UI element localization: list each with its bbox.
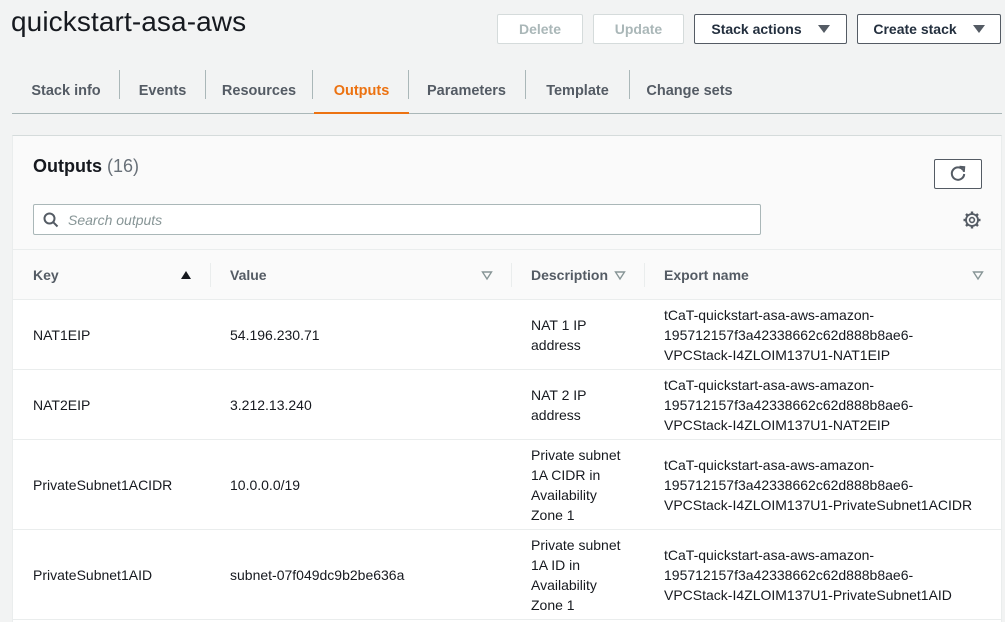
cell-key: NAT2EIP: [33, 397, 91, 413]
tab-divider: [629, 70, 630, 99]
column-divider: [511, 263, 512, 287]
tab-divider: [408, 70, 409, 99]
cell-export-name: tCaT-quickstart-asa-aws-amazon- 19571215…: [664, 305, 913, 365]
export-name-line: VPCStack-I4ZLOIM137U1-PrivateSubnet1ACID…: [664, 497, 973, 513]
create-stack-label: Create stack: [873, 21, 957, 37]
tab-divider: [312, 70, 313, 99]
outputs-panel-header: Outputs (16): [13, 136, 1001, 250]
column-header-export-name[interactable]: Export name: [664, 250, 964, 300]
tab-stack-info[interactable]: Stack info: [20, 69, 112, 113]
table-row: NAT2EIP 3.212.13.240 NAT 2 IP address tC…: [13, 370, 1001, 440]
caret-down-icon: [817, 25, 830, 33]
tab-divider: [205, 70, 206, 99]
cell-key: PrivateSubnet1AID: [33, 567, 153, 583]
table-row: PrivateSubnet1ACIDR 10.0.0.0/19 Private …: [13, 440, 1001, 530]
tab-divider: [119, 70, 120, 99]
description-line: Zone 1: [531, 597, 575, 613]
column-header-key[interactable]: Key: [33, 250, 203, 300]
column-header-value-label: Value: [230, 267, 267, 283]
export-name-line: tCaT-quickstart-asa-aws-amazon-: [664, 377, 875, 393]
description-line: Availability: [531, 487, 597, 503]
update-button[interactable]: Update: [593, 14, 684, 44]
tab-events[interactable]: Events: [125, 69, 200, 113]
cell-value: 54.196.230.71: [230, 327, 320, 343]
description-line: Private subnet: [531, 537, 621, 553]
sort-icon[interactable]: [481, 269, 493, 281]
table-header: Key Value Description Export name: [13, 250, 1001, 300]
column-header-key-label: Key: [33, 267, 59, 283]
tab-resources[interactable]: Resources: [211, 69, 307, 113]
cell-description: Private subnet 1A CIDR in Availability Z…: [531, 445, 621, 525]
description-line: 1A CIDR in: [531, 467, 601, 483]
export-name-line: 195712157f3a42338662c62d888b8ae6-: [664, 477, 914, 493]
sort-ascending-icon[interactable]: [180, 269, 192, 281]
search-outputs-input[interactable]: [68, 211, 748, 228]
sort-icon[interactable]: [972, 269, 984, 281]
cell-value: 10.0.0.0/19: [230, 477, 301, 493]
outputs-title: Outputs (16): [33, 156, 139, 177]
export-name-line: 195712157f3a42338662c62d888b8ae6-: [664, 327, 914, 343]
column-header-value[interactable]: Value: [230, 250, 480, 300]
cell-key: NAT1EIP: [33, 327, 91, 343]
outputs-panel: Outputs (16) Search outputs Key Value De…: [12, 135, 1002, 622]
sort-icon[interactable]: [614, 269, 626, 281]
tab-parameters[interactable]: Parameters: [414, 69, 519, 113]
gear-icon[interactable]: [962, 210, 982, 230]
cell-description: Private subnet 1A ID in Availability Zon…: [531, 535, 621, 615]
tab-bar: Stack info Events Resources Outputs Para…: [12, 60, 1002, 114]
refresh-button[interactable]: [934, 159, 982, 189]
cell-export-name: tCaT-quickstart-asa-aws-amazon- 19571215…: [664, 455, 972, 515]
export-name-line: VPCStack-I4ZLOIM137U1-NAT1EIP: [664, 347, 891, 363]
description-line: address: [531, 407, 581, 423]
create-stack-button[interactable]: Create stack: [857, 14, 1001, 44]
cell-value: subnet-07f049dc9b2be636a: [230, 567, 405, 583]
column-divider: [210, 263, 211, 287]
export-name-line: 195712157f3a42338662c62d888b8ae6-: [664, 397, 914, 413]
stack-actions-label: Stack actions: [711, 21, 802, 37]
outputs-count: (16): [107, 156, 140, 176]
refresh-icon: [950, 165, 966, 181]
export-name-line: tCaT-quickstart-asa-aws-amazon-: [664, 307, 875, 323]
description-line: Private subnet: [531, 447, 621, 463]
description-line: address: [531, 337, 581, 353]
column-header-export-name-label: Export name: [664, 267, 749, 283]
search-box: [33, 204, 761, 235]
export-name-line: VPCStack-I4ZLOIM137U1-PrivateSubnet1AID: [664, 587, 952, 603]
description-line: Availability: [531, 577, 597, 593]
search-icon: [43, 212, 59, 228]
tab-divider: [525, 70, 526, 99]
cell-description: NAT 2 IP address: [531, 385, 587, 425]
export-name-line: VPCStack-I4ZLOIM137U1-NAT2EIP: [664, 417, 891, 433]
table-row: NAT1EIP 54.196.230.71 NAT 1 IP address t…: [13, 300, 1001, 370]
tab-template[interactable]: Template: [531, 69, 624, 113]
description-line: 1A ID in: [531, 557, 581, 573]
export-name-line: tCaT-quickstart-asa-aws-amazon-: [664, 457, 875, 473]
caret-down-icon: [972, 25, 985, 33]
table-row: PrivateSubnet1AID subnet-07f049dc9b2be63…: [13, 530, 1001, 620]
cell-key: PrivateSubnet1ACIDR: [33, 477, 173, 493]
tab-change-sets[interactable]: Change sets: [635, 69, 744, 113]
column-divider: [644, 263, 645, 287]
delete-button[interactable]: Delete: [497, 14, 583, 44]
stack-actions-button[interactable]: Stack actions: [694, 14, 847, 44]
description-line: NAT 1 IP: [531, 317, 587, 333]
cell-export-name: tCaT-quickstart-asa-aws-amazon- 19571215…: [664, 375, 913, 435]
stack-title: quickstart-asa-aws: [11, 6, 247, 37]
column-header-description-label: Description: [531, 267, 609, 283]
cell-export-name: tCaT-quickstart-asa-aws-amazon- 19571215…: [664, 545, 952, 605]
tab-outputs[interactable]: Outputs: [314, 69, 409, 114]
description-line: NAT 2 IP: [531, 387, 587, 403]
export-name-line: 195712157f3a42338662c62d888b8ae6-: [664, 567, 914, 583]
outputs-title-label: Outputs: [33, 156, 102, 176]
cell-value: 3.212.13.240: [230, 397, 312, 413]
export-name-line: tCaT-quickstart-asa-aws-amazon-: [664, 547, 875, 563]
description-line: Zone 1: [531, 507, 575, 523]
cell-description: NAT 1 IP address: [531, 315, 587, 355]
